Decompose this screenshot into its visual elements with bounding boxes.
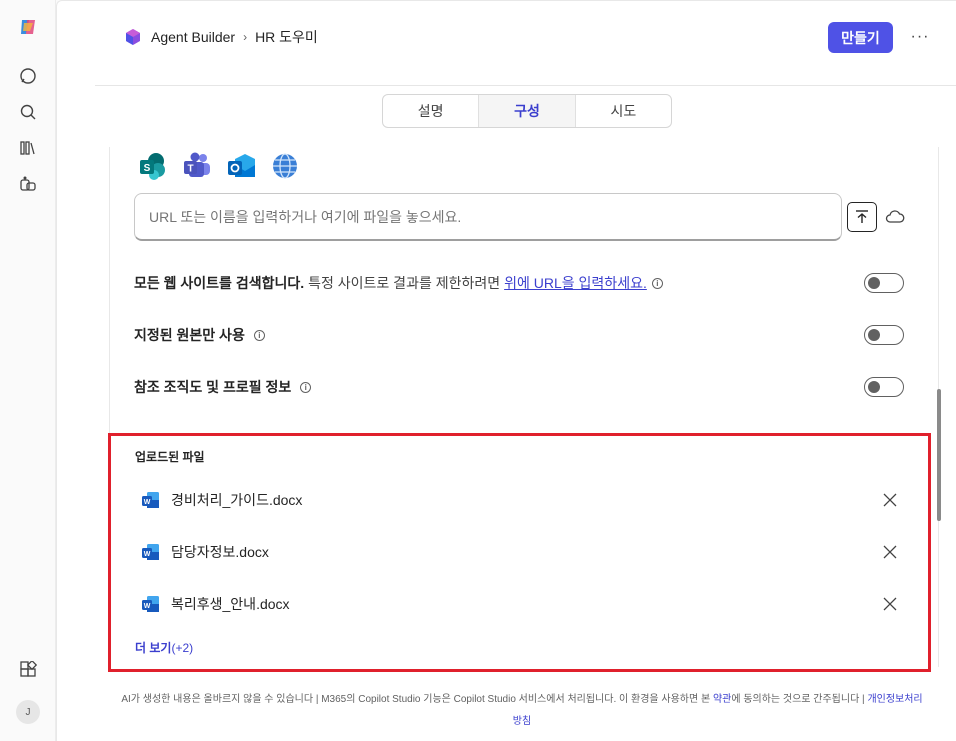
specified-sources-only-option: 지정된 원본만 사용 i — [134, 323, 904, 347]
tab-bar: 설명 구성 시도 — [382, 94, 672, 128]
agents-icon[interactable] — [17, 173, 39, 195]
uploaded-files-title: 업로드된 파일 — [135, 450, 205, 464]
file-name: 복리후생_안내.docx — [171, 596, 290, 612]
copilot-logo-icon[interactable] — [17, 16, 39, 38]
breadcrumb: Agent Builder › HR 도우미 — [123, 27, 318, 47]
option-title: 모든 웹 사이트를 검색합니다. — [134, 275, 305, 291]
teams-icon[interactable]: T — [182, 151, 212, 181]
svg-text:W: W — [144, 499, 151, 506]
search-all-websites-option: 모든 웹 사이트를 검색합니다. 특정 사이트로 결과를 제한하려면 위에 UR… — [134, 271, 904, 295]
agent-builder-logo-icon — [126, 29, 140, 45]
upload-arrow-icon — [856, 210, 868, 223]
more-options-icon[interactable]: ··· — [908, 25, 932, 49]
url-input[interactable] — [134, 193, 842, 241]
list-item[interactable]: W 복리후생_안내.docx — [141, 592, 911, 616]
sharepoint-icon[interactable]: S — [138, 151, 168, 181]
list-item[interactable]: W 경비처리_가이드.docx — [141, 488, 911, 512]
left-rail: J — [0, 0, 56, 741]
word-doc-icon: W — [142, 596, 159, 612]
footer-disclaimer: AI가 생성한 내용은 올바르지 않을 수 있습니다 | M365의 Copil… — [117, 689, 927, 733]
option-desc: 특정 사이트로 결과를 제한하려면 — [308, 275, 501, 291]
svg-text:S: S — [144, 163, 151, 174]
search-icon[interactable] — [17, 101, 39, 123]
file-name: 경비처리_가이드.docx — [171, 492, 303, 508]
chat-icon[interactable] — [17, 65, 39, 87]
option-title: 지정된 원본만 사용 — [134, 327, 245, 343]
header-divider — [95, 85, 956, 86]
svg-text:W: W — [144, 551, 151, 558]
close-icon[interactable] — [882, 596, 898, 612]
close-icon[interactable] — [882, 492, 898, 508]
main-panel: Agent Builder › HR 도우미 만들기 ··· 설명 구성 시도 … — [56, 0, 956, 741]
info-icon[interactable]: i — [651, 277, 663, 289]
library-icon[interactable] — [17, 137, 39, 159]
org-chart-profile-option: 참조 조직도 및 프로필 정보 i — [134, 375, 904, 399]
tab-configure[interactable]: 구성 — [479, 95, 576, 127]
see-more-link[interactable]: 더 보기(+2) — [135, 639, 193, 656]
svg-text:T: T — [187, 164, 193, 175]
terms-link[interactable]: 약관 — [713, 694, 731, 705]
tab-description[interactable]: 설명 — [383, 95, 480, 127]
info-icon[interactable]: i — [300, 381, 312, 393]
tab-try[interactable]: 시도 — [576, 95, 671, 127]
scrollbar[interactable] — [937, 389, 941, 521]
apps-icon[interactable] — [17, 659, 39, 681]
close-icon[interactable] — [882, 544, 898, 560]
see-more-label: 더 보기 — [135, 641, 172, 655]
file-name: 담당자정보.docx — [171, 544, 269, 560]
see-more-count: (+2) — [171, 641, 194, 655]
footer-text-1: AI가 생성한 내용은 올바르지 않을 수 있습니다 | M365의 Copil… — [121, 694, 713, 705]
knowledge-source-icons: S T — [138, 151, 300, 181]
info-icon[interactable]: i — [253, 329, 265, 341]
web-globe-icon[interactable] — [270, 151, 300, 181]
create-button[interactable]: 만들기 — [828, 22, 893, 53]
footer-text-2: 에 동의하는 것으로 간주됩니다 | — [731, 694, 868, 705]
specified-sources-only-toggle[interactable] — [864, 325, 904, 345]
breadcrumb-current: HR 도우미 — [255, 29, 318, 45]
user-avatar[interactable]: J — [16, 700, 40, 724]
chevron-right-icon: › — [243, 30, 248, 44]
list-item[interactable]: W 담당자정보.docx — [141, 540, 911, 564]
enter-url-link[interactable]: 위에 URL을 입력하세요. — [504, 273, 647, 293]
svg-text:W: W — [144, 603, 151, 610]
option-title: 참조 조직도 및 프로필 정보 — [134, 379, 292, 395]
upload-file-button[interactable] — [847, 202, 877, 232]
search-all-websites-toggle[interactable] — [864, 273, 904, 293]
word-doc-icon: W — [142, 492, 159, 508]
breadcrumb-root[interactable]: Agent Builder — [151, 29, 235, 45]
word-doc-icon: W — [142, 544, 159, 560]
cloud-upload-icon[interactable] — [885, 207, 905, 227]
uploaded-files-section: 업로드된 파일 W 경비처리_가이드.docx W 담당자정보.docx W 복… — [108, 433, 931, 672]
org-chart-profile-toggle[interactable] — [864, 377, 904, 397]
outlook-icon[interactable] — [226, 151, 256, 181]
